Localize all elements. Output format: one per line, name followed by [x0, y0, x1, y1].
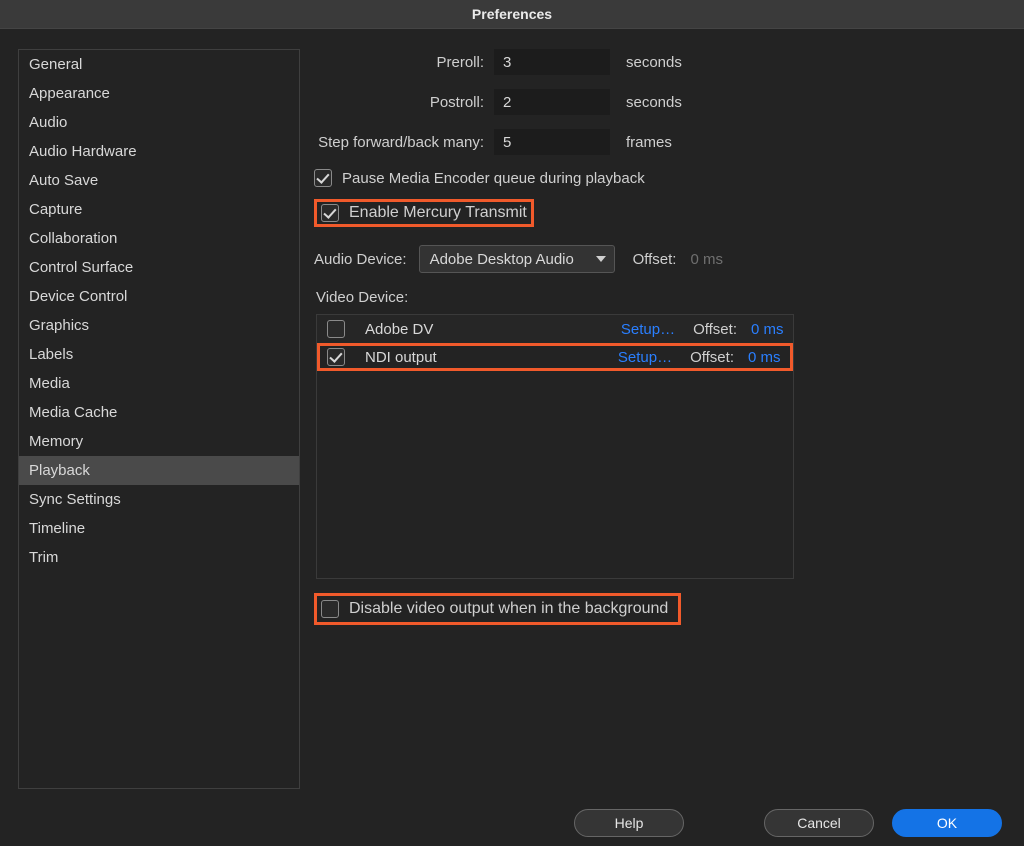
playback-panel: Preroll: seconds Postroll: seconds Step … [300, 49, 1006, 789]
ndi-output-name: NDI output [365, 349, 618, 366]
sidebar-item-graphics[interactable]: Graphics [19, 311, 299, 340]
audio-device-value: Adobe Desktop Audio [430, 251, 574, 268]
adobe-dv-setup-link[interactable]: Setup… [621, 321, 675, 338]
sidebar-item-audio[interactable]: Audio [19, 108, 299, 137]
audio-offset-value: 0 ms [690, 251, 723, 268]
ok-button[interactable]: OK [892, 809, 1002, 837]
video-device-row-adobe-dv: Adobe DV Setup… Offset: 0 ms [317, 315, 793, 343]
sidebar-item-auto-save[interactable]: Auto Save [19, 166, 299, 195]
enable-mercury-transmit-label: Enable Mercury Transmit [349, 204, 527, 222]
video-device-label: Video Device: [316, 289, 996, 306]
ndi-output-offset-label: Offset: [690, 349, 734, 366]
video-device-list: Adobe DV Setup… Offset: 0 ms NDI output … [316, 314, 794, 579]
postroll-unit: seconds [626, 94, 682, 111]
sidebar-item-capture[interactable]: Capture [19, 195, 299, 224]
ndi-output-highlight: NDI output Setup… Offset: 0 ms [317, 343, 793, 371]
sidebar-item-playback[interactable]: Playback [19, 456, 299, 485]
audio-device-select[interactable]: Adobe Desktop Audio [419, 245, 615, 273]
step-input[interactable] [494, 129, 610, 155]
step-label: Step forward/back many: [314, 134, 494, 151]
adobe-dv-checkbox[interactable] [327, 320, 345, 338]
disable-video-bg-checkbox[interactable] [321, 600, 339, 618]
sidebar-item-timeline[interactable]: Timeline [19, 514, 299, 543]
sidebar-item-general[interactable]: General [19, 50, 299, 79]
postroll-input[interactable] [494, 89, 610, 115]
sidebar-item-media-cache[interactable]: Media Cache [19, 398, 299, 427]
dialog-footer: Help Cancel OK [0, 800, 1024, 846]
sidebar-item-device-control[interactable]: Device Control [19, 282, 299, 311]
sidebar-item-labels[interactable]: Labels [19, 340, 299, 369]
disable-video-bg-highlight: Disable video output when in the backgro… [314, 593, 681, 625]
chevron-down-icon [596, 256, 606, 262]
window-title: Preferences [0, 0, 1024, 28]
sidebar-item-collaboration[interactable]: Collaboration [19, 224, 299, 253]
sidebar-item-sync-settings[interactable]: Sync Settings [19, 485, 299, 514]
preroll-unit: seconds [626, 54, 682, 71]
step-unit: frames [626, 134, 672, 151]
mercury-transmit-highlight: Enable Mercury Transmit [314, 199, 534, 227]
sidebar-item-control-surface[interactable]: Control Surface [19, 253, 299, 282]
pause-media-encoder-checkbox[interactable] [314, 169, 332, 187]
audio-device-label: Audio Device: [314, 251, 407, 268]
sidebar-item-media[interactable]: Media [19, 369, 299, 398]
preferences-window: General Appearance Audio Audio Hardware … [0, 28, 1024, 846]
postroll-label: Postroll: [314, 94, 494, 111]
sidebar-item-memory[interactable]: Memory [19, 427, 299, 456]
enable-mercury-transmit-checkbox[interactable] [321, 204, 339, 222]
sidebar-item-appearance[interactable]: Appearance [19, 79, 299, 108]
preferences-sidebar: General Appearance Audio Audio Hardware … [18, 49, 300, 789]
preroll-label: Preroll: [314, 54, 494, 71]
sidebar-item-trim[interactable]: Trim [19, 543, 299, 572]
ndi-output-offset-value[interactable]: 0 ms [748, 349, 790, 366]
help-button[interactable]: Help [574, 809, 684, 837]
sidebar-item-audio-hardware[interactable]: Audio Hardware [19, 137, 299, 166]
adobe-dv-offset-label: Offset: [693, 321, 737, 338]
pause-media-encoder-label: Pause Media Encoder queue during playbac… [342, 170, 645, 187]
ndi-output-setup-link[interactable]: Setup… [618, 349, 672, 366]
audio-offset-label: Offset: [633, 251, 677, 268]
disable-video-bg-label: Disable video output when in the backgro… [349, 600, 668, 618]
preroll-input[interactable] [494, 49, 610, 75]
ndi-output-checkbox[interactable] [327, 348, 345, 366]
adobe-dv-name: Adobe DV [365, 321, 621, 338]
video-device-row-ndi: NDI output Setup… Offset: 0 ms [317, 343, 793, 371]
adobe-dv-offset-value[interactable]: 0 ms [751, 321, 793, 338]
cancel-button[interactable]: Cancel [764, 809, 874, 837]
